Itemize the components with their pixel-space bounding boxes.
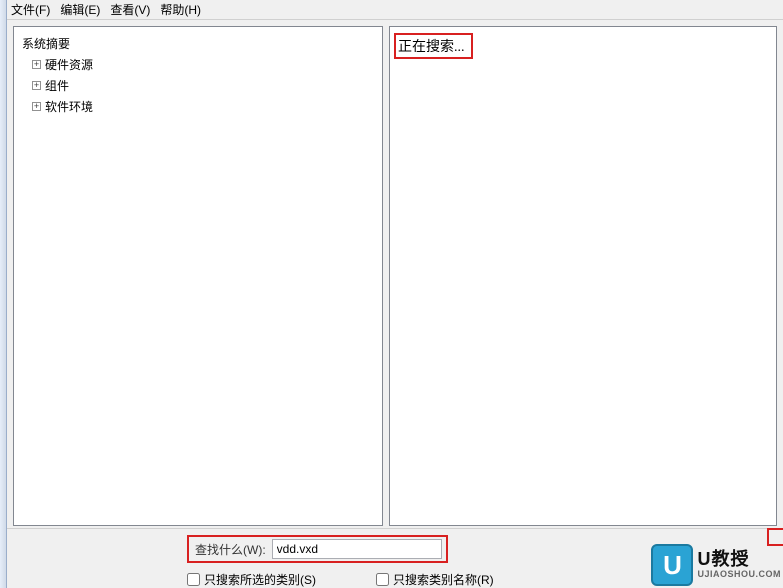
watermark-sub: UJIAOSHOU.COM — [697, 570, 781, 580]
tree-node-label: 软件环境 — [45, 98, 93, 115]
checkbox-input[interactable] — [376, 573, 389, 586]
search-status: 正在搜索... — [394, 33, 473, 59]
watermark: U U教授 UJIAOSHOU.COM — [651, 544, 781, 586]
tree-node-components[interactable]: + 组件 — [18, 75, 378, 96]
menubar: 文件(F) 编辑(E) 查看(V) 帮助(H) — [7, 0, 783, 20]
tree-panel[interactable]: 系统摘要 + 硬件资源 + 组件 + 软件环境 — [13, 26, 383, 526]
tree-node-label: 硬件资源 — [45, 56, 93, 73]
checkbox-selected-only[interactable]: 只搜索所选的类别(S) — [187, 571, 316, 588]
checkbox-label: 只搜索类别名称(R) — [393, 571, 494, 588]
content-area: 系统摘要 + 硬件资源 + 组件 + 软件环境 正在搜索... — [7, 20, 783, 528]
tree-root[interactable]: 系统摘要 — [18, 33, 378, 54]
menu-view[interactable]: 查看(V) — [110, 1, 150, 18]
tree-node-label: 组件 — [45, 77, 69, 94]
watermark-title: U教授 — [697, 550, 781, 570]
search-label: 查找什么(W): — [189, 539, 272, 560]
watermark-badge-icon: U — [651, 544, 693, 586]
menu-edit[interactable]: 编辑(E) — [60, 1, 100, 18]
search-input[interactable] — [272, 539, 442, 559]
plus-icon[interactable]: + — [32, 81, 41, 90]
detail-panel[interactable]: 正在搜索... — [389, 26, 777, 526]
menu-help[interactable]: 帮助(H) — [160, 1, 201, 18]
checkbox-label: 只搜索所选的类别(S) — [204, 571, 316, 588]
checkbox-names-only[interactable]: 只搜索类别名称(R) — [376, 571, 494, 588]
menu-file[interactable]: 文件(F) — [11, 1, 50, 18]
search-highlight: 查找什么(W): — [187, 535, 448, 563]
checkbox-input[interactable] — [187, 573, 200, 586]
window-left-edge — [0, 0, 7, 588]
tree-node-software[interactable]: + 软件环境 — [18, 96, 378, 117]
plus-icon[interactable]: + — [32, 60, 41, 69]
plus-icon[interactable]: + — [32, 102, 41, 111]
tree-node-hardware[interactable]: + 硬件资源 — [18, 54, 378, 75]
